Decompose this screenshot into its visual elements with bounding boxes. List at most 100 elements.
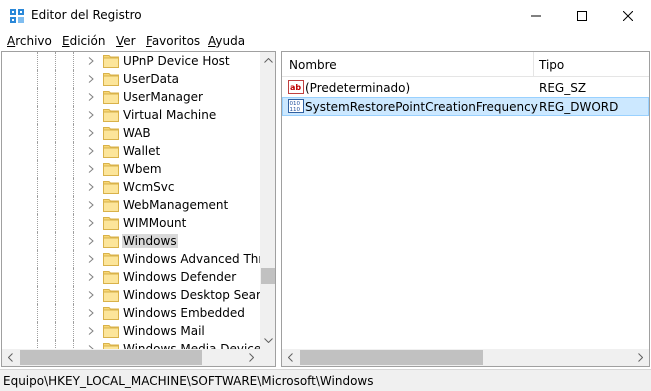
chevron-right-icon[interactable] [87,183,95,191]
tree-item-label: Windows Media Device M [123,342,260,349]
chevron-right-icon[interactable] [87,165,95,173]
folder-icon [103,145,119,158]
chevron-right-icon[interactable] [87,273,95,281]
folder-icon [103,325,119,338]
key-tree-pane[interactable]: UPnP Device Host UserData UserManager Virtu… [1,51,276,367]
tree-guide-line [73,214,75,232]
chevron-right-icon [249,353,254,362]
scroll-up-arrow[interactable] [260,52,275,69]
chevron-right-icon[interactable] [87,219,95,227]
tree-guide-line [37,160,39,178]
tree-item[interactable]: Windows Media Device M [2,340,260,349]
column-separator[interactable] [533,52,534,76]
list-item-selected[interactable]: 010 110 SystemRestorePointCreationFreque… [282,97,649,116]
tree-guide-line [37,178,39,196]
value-type: REG_SZ [539,81,587,95]
chevron-right-icon[interactable] [87,291,95,299]
menu-favoritos[interactable]: Favoritos [146,34,200,48]
tree-horizontal-scrollbar[interactable] [2,349,260,366]
tree-guide-line [55,124,57,142]
tree-guide-line [55,286,57,304]
maximize-icon [577,10,587,21]
tree-item-label: WebManagement [123,198,229,212]
key-tree: UPnP Device Host UserData UserManager Virtu… [2,52,260,349]
tree-guide-line [73,322,75,340]
tree-item[interactable]: Wbem [2,160,260,178]
tree-guide-line [37,214,39,232]
tree-guide-line [37,124,39,142]
scroll-down-arrow[interactable] [260,332,275,349]
status-bar: Equipo\HKEY_LOCAL_MACHINE\SOFTWARE\Micro… [0,369,651,391]
tree-item[interactable]: Windows Mail [2,322,260,340]
tree-item-label: UserData [123,72,180,86]
chevron-right-icon[interactable] [87,147,95,155]
minimize-button[interactable] [513,0,559,31]
folder-icon [103,55,119,68]
tree-item[interactable]: Windows [2,232,260,250]
chevron-left-icon [8,353,13,362]
chevron-right-icon[interactable] [87,57,95,65]
chevron-right-icon[interactable] [87,93,95,101]
tree-item[interactable]: Windows Embedded [2,304,260,322]
scroll-right-arrow[interactable] [243,349,260,366]
chevron-right-icon [638,353,643,362]
tree-item-label: WAB [123,126,151,140]
tree-item[interactable]: WAB [2,124,260,142]
tree-item-label: Windows Desktop Search [123,288,260,302]
tree-item[interactable]: Wallet [2,142,260,160]
tree-guide-line [73,52,75,70]
list-horizontal-scroll-thumb[interactable] [300,350,483,365]
chevron-right-icon[interactable] [87,111,95,119]
folder-icon [103,289,119,302]
chevron-right-icon[interactable] [87,237,95,245]
folder-icon [103,271,119,284]
menu-bar: Archivo Edición Ver Favoritos Ayuda [0,31,651,51]
tree-vertical-scrollbar[interactable] [260,52,275,349]
column-header-nombre[interactable]: Nombre [289,58,337,72]
folder-icon [103,235,119,248]
scroll-left-arrow[interactable] [2,349,19,366]
chevron-right-icon[interactable] [87,309,95,317]
tree-item[interactable]: UPnP Device Host [2,52,260,70]
values-list-pane[interactable]: Nombre Tipo ab (Predeterminado) REG_SZ 0… [281,51,650,367]
tree-item[interactable]: UserManager [2,88,260,106]
chevron-right-icon[interactable] [87,129,95,137]
list-item[interactable]: ab (Predeterminado) REG_SZ [282,78,649,97]
tree-item[interactable]: WebManagement [2,196,260,214]
tree-horizontal-scroll-thumb[interactable] [20,350,202,365]
tree-guide-line [55,178,57,196]
tree-guide-line [55,52,57,70]
tree-item[interactable]: Windows Defender [2,268,260,286]
folder-icon [103,343,119,349]
list-horizontal-scrollbar[interactable] [282,349,649,366]
close-button[interactable] [605,0,651,31]
tree-guide-line [73,340,75,349]
tree-guide-line [55,304,57,322]
menu-ver[interactable]: Ver [116,34,136,48]
menu-archivo[interactable]: Archivo [7,34,52,48]
tree-guide-line [37,322,39,340]
tree-item[interactable]: WIMMount [2,214,260,232]
tree-vertical-scroll-thumb[interactable] [261,268,275,284]
chevron-right-icon[interactable] [87,201,95,209]
menu-ayuda[interactable]: Ayuda [208,34,245,48]
tree-item[interactable]: Virtual Machine [2,106,260,124]
tree-item[interactable]: UserData [2,70,260,88]
scroll-left-arrow[interactable] [282,349,299,366]
tree-guide-line [55,196,57,214]
maximize-button[interactable] [559,0,605,31]
tree-item[interactable]: Windows Desktop Search [2,286,260,304]
menu-edicion[interactable]: Edición [62,34,105,48]
chevron-right-icon[interactable] [87,255,95,263]
column-header-tipo[interactable]: Tipo [539,58,564,72]
tree-guide-line [73,196,75,214]
chevron-right-icon[interactable] [87,327,95,335]
folder-icon [103,307,119,320]
chevron-right-icon[interactable] [87,75,95,83]
tree-item[interactable]: Windows Advanced Threa [2,250,260,268]
close-icon [623,10,633,21]
tree-item[interactable]: WcmSvc [2,178,260,196]
scroll-right-arrow[interactable] [632,349,649,366]
tree-guide-line [37,88,39,106]
tree-guide-line [73,304,75,322]
